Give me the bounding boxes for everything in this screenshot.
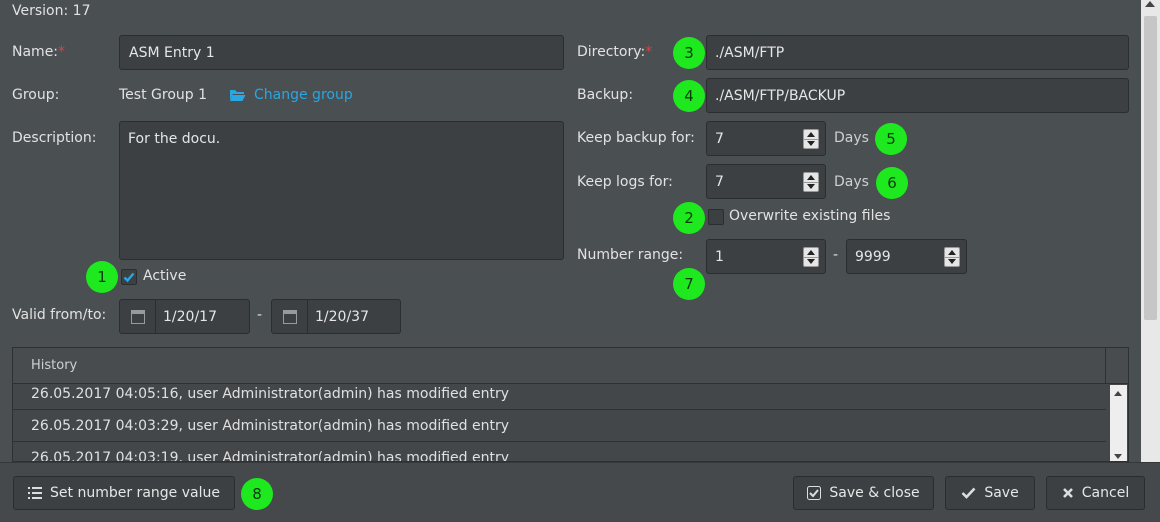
history-list: 26.05.2017 04:05:16, user Administrator(… xyxy=(13,378,1106,462)
badge-number: 2 xyxy=(684,209,694,227)
history-row[interactable]: 26.05.2017 04:05:16, user Administrator(… xyxy=(13,378,1106,410)
number-range-to-stepper[interactable]: 9999 xyxy=(846,239,967,274)
cancel-label: Cancel xyxy=(1081,485,1130,501)
valid-to-field[interactable]: 1/20/37 xyxy=(271,299,401,334)
valid-to-value: 1/20/37 xyxy=(315,308,369,325)
annotation-badge-3: 3 xyxy=(673,37,705,69)
keep-backup-label: Keep backup for: xyxy=(577,130,695,146)
spinner-control[interactable] xyxy=(803,129,819,149)
save-close-button[interactable]: Save & close xyxy=(793,476,934,510)
close-icon xyxy=(1062,488,1073,498)
directory-label: Directory:* xyxy=(577,44,652,60)
annotation-badge-4: 4 xyxy=(673,80,705,112)
folder-open-icon xyxy=(230,90,246,101)
required-mark: * xyxy=(645,44,653,60)
badge-number: 1 xyxy=(97,268,107,286)
badge-number: 3 xyxy=(684,44,694,62)
calendar-icon[interactable] xyxy=(272,300,308,333)
valid-from-field[interactable]: 1/20/17 xyxy=(119,299,250,334)
history-header-label: History xyxy=(31,358,78,373)
annotation-badge-7: 7 xyxy=(673,268,705,300)
version-label: Version: xyxy=(12,3,69,19)
description-textarea[interactable]: For the docu. xyxy=(119,121,564,260)
badge-number: 8 xyxy=(252,485,262,503)
description-value: For the docu. xyxy=(128,131,221,147)
keep-backup-stepper[interactable]: 7 xyxy=(706,121,826,156)
history-row[interactable]: 26.05.2017 04:03:19, user Administrator(… xyxy=(13,442,1106,462)
badge-number: 7 xyxy=(684,275,694,293)
page-scrollbar[interactable] xyxy=(1141,0,1160,462)
badge-number: 4 xyxy=(684,87,694,105)
group-value: Test Group 1 xyxy=(119,87,207,103)
valid-label: Valid from/to: xyxy=(12,307,107,323)
spinner-control[interactable] xyxy=(803,247,819,267)
history-panel: History 26.05.2017 04:05:16, user Admini… xyxy=(12,347,1129,462)
annotation-badge-1: 1 xyxy=(86,261,118,293)
number-range-from-value: 1 xyxy=(715,248,724,265)
valid-from-value: 1/20/17 xyxy=(163,308,217,325)
name-label: Name:* xyxy=(12,44,65,60)
active-label: Active xyxy=(143,268,187,284)
required-mark: * xyxy=(58,44,66,60)
name-label-text: Name: xyxy=(12,44,59,60)
check-icon xyxy=(123,272,135,283)
directory-label-text: Directory: xyxy=(577,44,646,60)
annotation-badge-2: 2 xyxy=(673,202,705,234)
history-row[interactable]: 26.05.2017 04:03:29, user Administrator(… xyxy=(13,410,1106,442)
annotation-badge-5: 5 xyxy=(875,123,907,155)
name-value: ASM Entry 1 xyxy=(129,44,215,61)
set-number-range-label: Set number range value xyxy=(50,485,220,501)
badge-number: 5 xyxy=(886,130,896,148)
keep-logs-days-label: Days xyxy=(834,174,869,190)
save-close-label: Save & close xyxy=(829,485,920,501)
overwrite-label: Overwrite existing files xyxy=(729,208,891,224)
number-range-from-stepper[interactable]: 1 xyxy=(706,239,826,274)
valid-range-separator: - xyxy=(257,307,263,323)
history-row-text: 26.05.2017 04:03:29, user Administrator(… xyxy=(31,417,510,434)
number-range-label: Number range: xyxy=(577,247,684,263)
version-text: Version: 17 xyxy=(12,3,90,19)
directory-field[interactable]: ./ASM/FTP xyxy=(706,35,1129,70)
version-value: 17 xyxy=(72,3,91,19)
backup-label: Backup: xyxy=(577,87,634,103)
change-group-label: Change group xyxy=(254,87,353,103)
backup-value: ./ASM/FTP/BACKUP xyxy=(715,87,846,104)
number-range-separator: - xyxy=(833,247,839,263)
check-square-icon xyxy=(807,486,822,500)
spinner-control[interactable] xyxy=(944,247,960,267)
name-field[interactable]: ASM Entry 1 xyxy=(119,35,564,70)
annotation-badge-6: 6 xyxy=(876,167,908,199)
history-row-text: 26.05.2017 04:05:16, user Administrator(… xyxy=(31,385,510,402)
active-checkbox[interactable] xyxy=(121,269,137,285)
description-label: Description: xyxy=(12,130,97,146)
badge-number: 6 xyxy=(887,174,897,192)
calendar-icon[interactable] xyxy=(120,300,156,333)
keep-logs-stepper[interactable]: 7 xyxy=(706,164,826,199)
scroll-down-arrow-icon[interactable] xyxy=(1114,454,1122,459)
directory-value: ./ASM/FTP xyxy=(715,44,785,61)
spinner-control[interactable] xyxy=(803,172,819,192)
change-group-link[interactable]: Change group xyxy=(229,87,353,103)
scrollbar-thumb[interactable] xyxy=(1144,16,1157,320)
cancel-button[interactable]: Cancel xyxy=(1046,476,1145,510)
overwrite-checkbox[interactable] xyxy=(708,209,724,225)
keep-backup-value: 7 xyxy=(715,130,724,147)
backup-field[interactable]: ./ASM/FTP/BACKUP xyxy=(706,78,1129,113)
scroll-up-arrow-icon[interactable] xyxy=(1114,391,1122,396)
history-scrollbar[interactable] xyxy=(1110,385,1127,461)
save-button[interactable]: Save xyxy=(945,476,1035,510)
group-label: Group: xyxy=(12,87,60,103)
set-number-range-button[interactable]: Set number range value xyxy=(13,476,235,510)
list-icon xyxy=(28,487,43,499)
history-row-text: 26.05.2017 04:03:19, user Administrator(… xyxy=(31,449,510,462)
keep-logs-label: Keep logs for: xyxy=(577,174,673,190)
keep-logs-value: 7 xyxy=(715,173,724,190)
scroll-up-arrow-icon[interactable] xyxy=(1145,1,1155,7)
keep-backup-days-label: Days xyxy=(834,130,869,146)
check-icon xyxy=(961,487,976,499)
annotation-badge-8: 8 xyxy=(241,478,273,510)
number-range-to-value: 9999 xyxy=(855,248,891,265)
save-label: Save xyxy=(984,485,1019,501)
